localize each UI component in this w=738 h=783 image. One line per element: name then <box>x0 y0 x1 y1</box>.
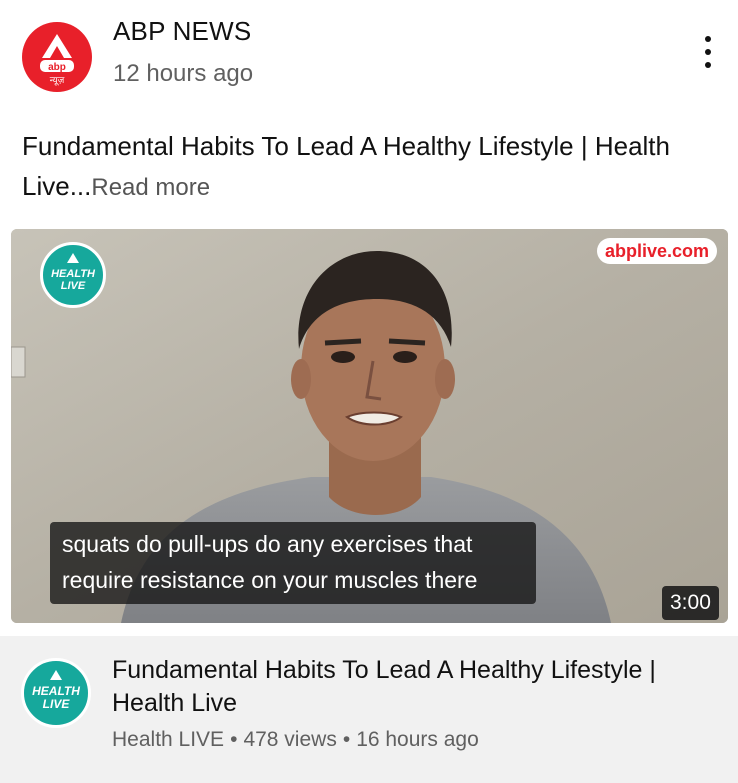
read-more-link[interactable]: Read more <box>91 174 210 201</box>
meta-age: 16 hours ago <box>356 728 479 751</box>
avatar-line1: HEALTH <box>32 684 80 698</box>
video-title[interactable]: Fundamental Habits To Lead A Healthy Lif… <box>112 654 712 720</box>
health-live-logo-icon: HEALTH LIVE <box>40 242 106 308</box>
channel-name[interactable]: ABP NEWS <box>113 16 251 47</box>
health-live-badge: HEALTH LIVE <box>51 253 96 292</box>
meta-views: 478 views <box>243 728 337 751</box>
duration-badge: 3:00 <box>662 586 719 620</box>
video-caption: squats do pull-ups do any exercises that… <box>50 522 536 604</box>
health-live-logo-icon: HEALTH LIVE <box>32 670 80 711</box>
logo-line1: HEALTH <box>51 268 96 280</box>
menu-dot <box>705 49 711 55</box>
post-header: abp न्यूज़ ABP NEWS 12 hours ago <box>0 0 738 110</box>
post-time: 12 hours ago <box>113 60 254 87</box>
meta-separator: • <box>342 728 351 751</box>
health-live-avatar[interactable]: HEALTH LIVE <box>21 658 91 728</box>
video-info-card[interactable]: HEALTH LIVE Fundamental Habits To Lead A… <box>0 636 738 783</box>
caption-line-1: squats do pull-ups do any exercises that <box>62 531 473 557</box>
abp-logo-icon: abp न्यूज़ <box>40 34 74 86</box>
video-meta: Health LIVE • 478 views • 16 hours ago <box>112 728 479 752</box>
logo-line2: LIVE <box>61 280 86 292</box>
caption-line-2: require resistance on your muscles there <box>62 567 478 593</box>
meta-channel[interactable]: Health LIVE <box>112 728 224 751</box>
menu-dot <box>705 62 711 68</box>
avatar-text-top: abp <box>48 62 66 73</box>
meta-separator: • <box>230 728 238 751</box>
source-watermark: abplive.com <box>597 238 718 264</box>
channel-avatar[interactable]: abp न्यूज़ <box>22 22 92 92</box>
post-text: Fundamental Habits To Lead A Healthy Lif… <box>22 126 722 208</box>
menu-dot <box>705 36 711 42</box>
avatar-line2: LIVE <box>43 697 71 711</box>
kebab-menu-icon[interactable] <box>694 32 722 72</box>
avatar-text-bottom: न्यूज़ <box>50 76 65 86</box>
video-thumbnail[interactable]: HEALTH LIVE abplive.com squats do pull-u… <box>11 229 728 623</box>
